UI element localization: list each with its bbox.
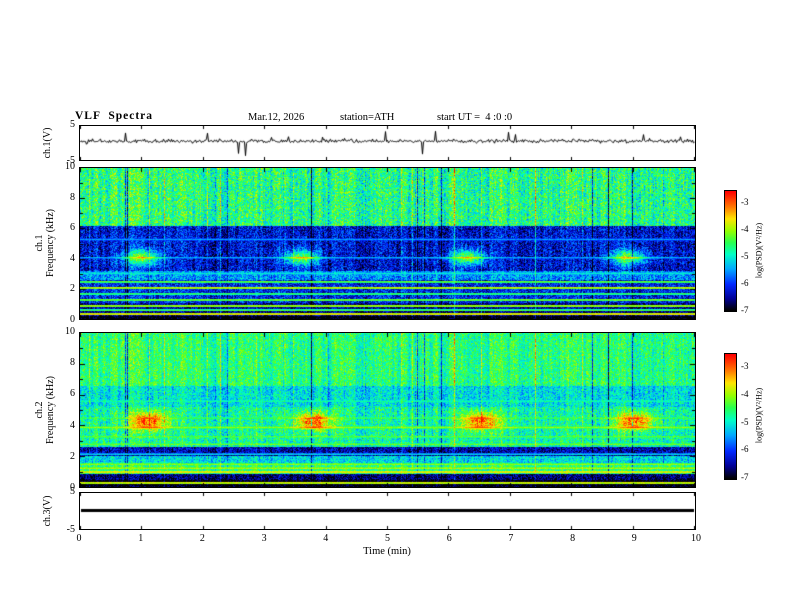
- freq-tick-label: 4: [70, 419, 75, 431]
- x-tick-label: 9: [631, 533, 637, 544]
- x-tick-label: 6: [446, 533, 452, 544]
- ch1-waveform-canvas: [80, 126, 695, 160]
- y-tick-label: -5: [66, 524, 75, 535]
- figure-station: station=ATH: [340, 112, 395, 123]
- colorbar-tick-label: -7: [741, 305, 749, 315]
- colorbar-tick-label: -3: [741, 361, 749, 371]
- ch1-waveform-panel: [79, 125, 696, 161]
- freq-tick-label: 6: [70, 222, 75, 234]
- figure-title: VLF Spectra: [75, 110, 154, 122]
- x-axis-label: Time (min): [363, 546, 411, 557]
- colorbar-tick-label: -3: [741, 197, 749, 207]
- colorbar-tick-label: -4: [741, 224, 749, 234]
- ch3-waveform-canvas: [80, 493, 695, 529]
- freq-tick-label: 6: [70, 388, 75, 400]
- x-tick-label: 5: [385, 533, 390, 544]
- freq-tick-label: 8: [70, 191, 75, 203]
- colorbar-tick-label: -6: [741, 444, 749, 455]
- freq-tick-label: 2: [70, 450, 75, 462]
- ch3-waveform-panel: [79, 492, 696, 530]
- ch1-spectrogram-panel: [79, 167, 696, 320]
- colorbar-tick-label: -7: [741, 472, 749, 482]
- y-tick-label: 5: [70, 119, 75, 130]
- ch1-spectrogram-canvas: [80, 168, 695, 319]
- ch2-colorbar-canvas: [725, 354, 736, 479]
- freq-tick-label: 2: [70, 283, 75, 295]
- colorbar-tick-label: -4: [741, 388, 749, 399]
- freq-tick-label: 0: [70, 314, 75, 325]
- x-tick-label: 4: [323, 533, 329, 544]
- ch2-spectrogram-panel: [79, 332, 696, 488]
- vlf-spectra-figure: VLF Spectra Mar.12, 2026 station=ATH sta…: [0, 0, 792, 612]
- axis-label-line: ch.2: [34, 401, 45, 419]
- figure-date: Mar.12, 2026: [248, 112, 305, 123]
- ch1-colorbar: [724, 190, 737, 312]
- freq-tick-label: 10: [65, 161, 75, 172]
- ch1-colorbar-canvas: [725, 191, 736, 311]
- colorbar-tick-label: -6: [741, 278, 749, 288]
- figure-start-ut: start UT = 4 :0 :0: [437, 112, 513, 123]
- x-tick-label: 2: [199, 533, 205, 544]
- x-tick-label: 3: [261, 533, 267, 544]
- x-tick-label: 1: [138, 533, 144, 544]
- colorbar-tick-label: -5: [741, 251, 749, 261]
- ch2-colorbar: [724, 353, 737, 480]
- freq-tick-label: 8: [70, 357, 75, 369]
- colorbar-tick-label: -5: [741, 416, 749, 427]
- freq-tick-label: 0: [70, 482, 75, 493]
- x-tick-label: 7: [508, 533, 514, 544]
- ch2-spectrogram-canvas: [80, 333, 695, 487]
- x-tick-label: 8: [570, 533, 576, 544]
- axis-label-line: ch.1: [34, 234, 45, 252]
- freq-tick-label: 10: [65, 326, 75, 337]
- x-tick-label: 10: [691, 533, 701, 544]
- freq-tick-label: 4: [70, 252, 75, 264]
